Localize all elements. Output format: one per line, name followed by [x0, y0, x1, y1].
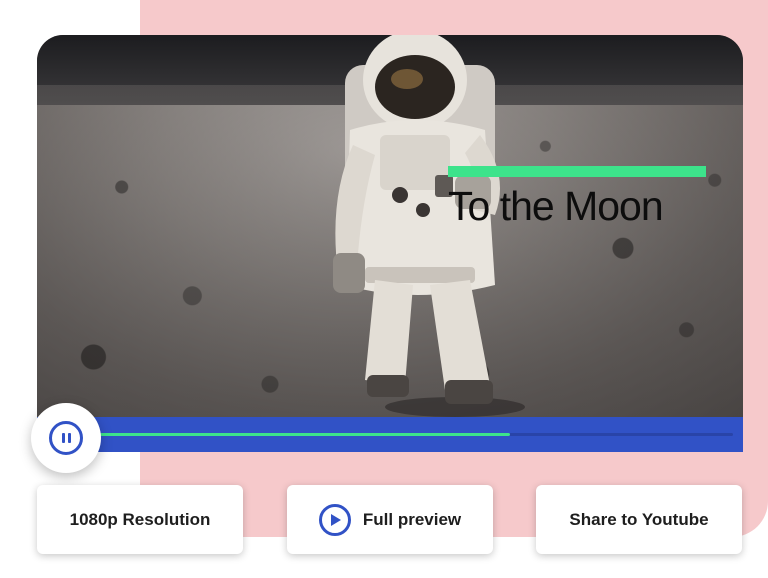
- full-preview-label: Full preview: [362, 509, 462, 529]
- share-youtube-label: Share to Youtube: [569, 509, 709, 529]
- playback-bar: [37, 417, 743, 452]
- progress-fill: [97, 433, 511, 436]
- headline-accent-bar: [448, 166, 706, 177]
- pause-icon: [49, 421, 83, 455]
- share-youtube-button[interactable]: Share to Youtube: [536, 485, 742, 554]
- full-preview-button[interactable]: Full preview: [287, 485, 493, 554]
- resolution-button[interactable]: 1080p Resolution: [37, 485, 243, 554]
- pause-button[interactable]: [31, 403, 101, 473]
- resolution-label: 1080p Resolution: [69, 509, 211, 529]
- progress-track[interactable]: [97, 433, 733, 436]
- video-frame[interactable]: To the Moon: [37, 35, 743, 417]
- video-title: To the Moon: [448, 183, 664, 229]
- play-icon: [318, 503, 351, 536]
